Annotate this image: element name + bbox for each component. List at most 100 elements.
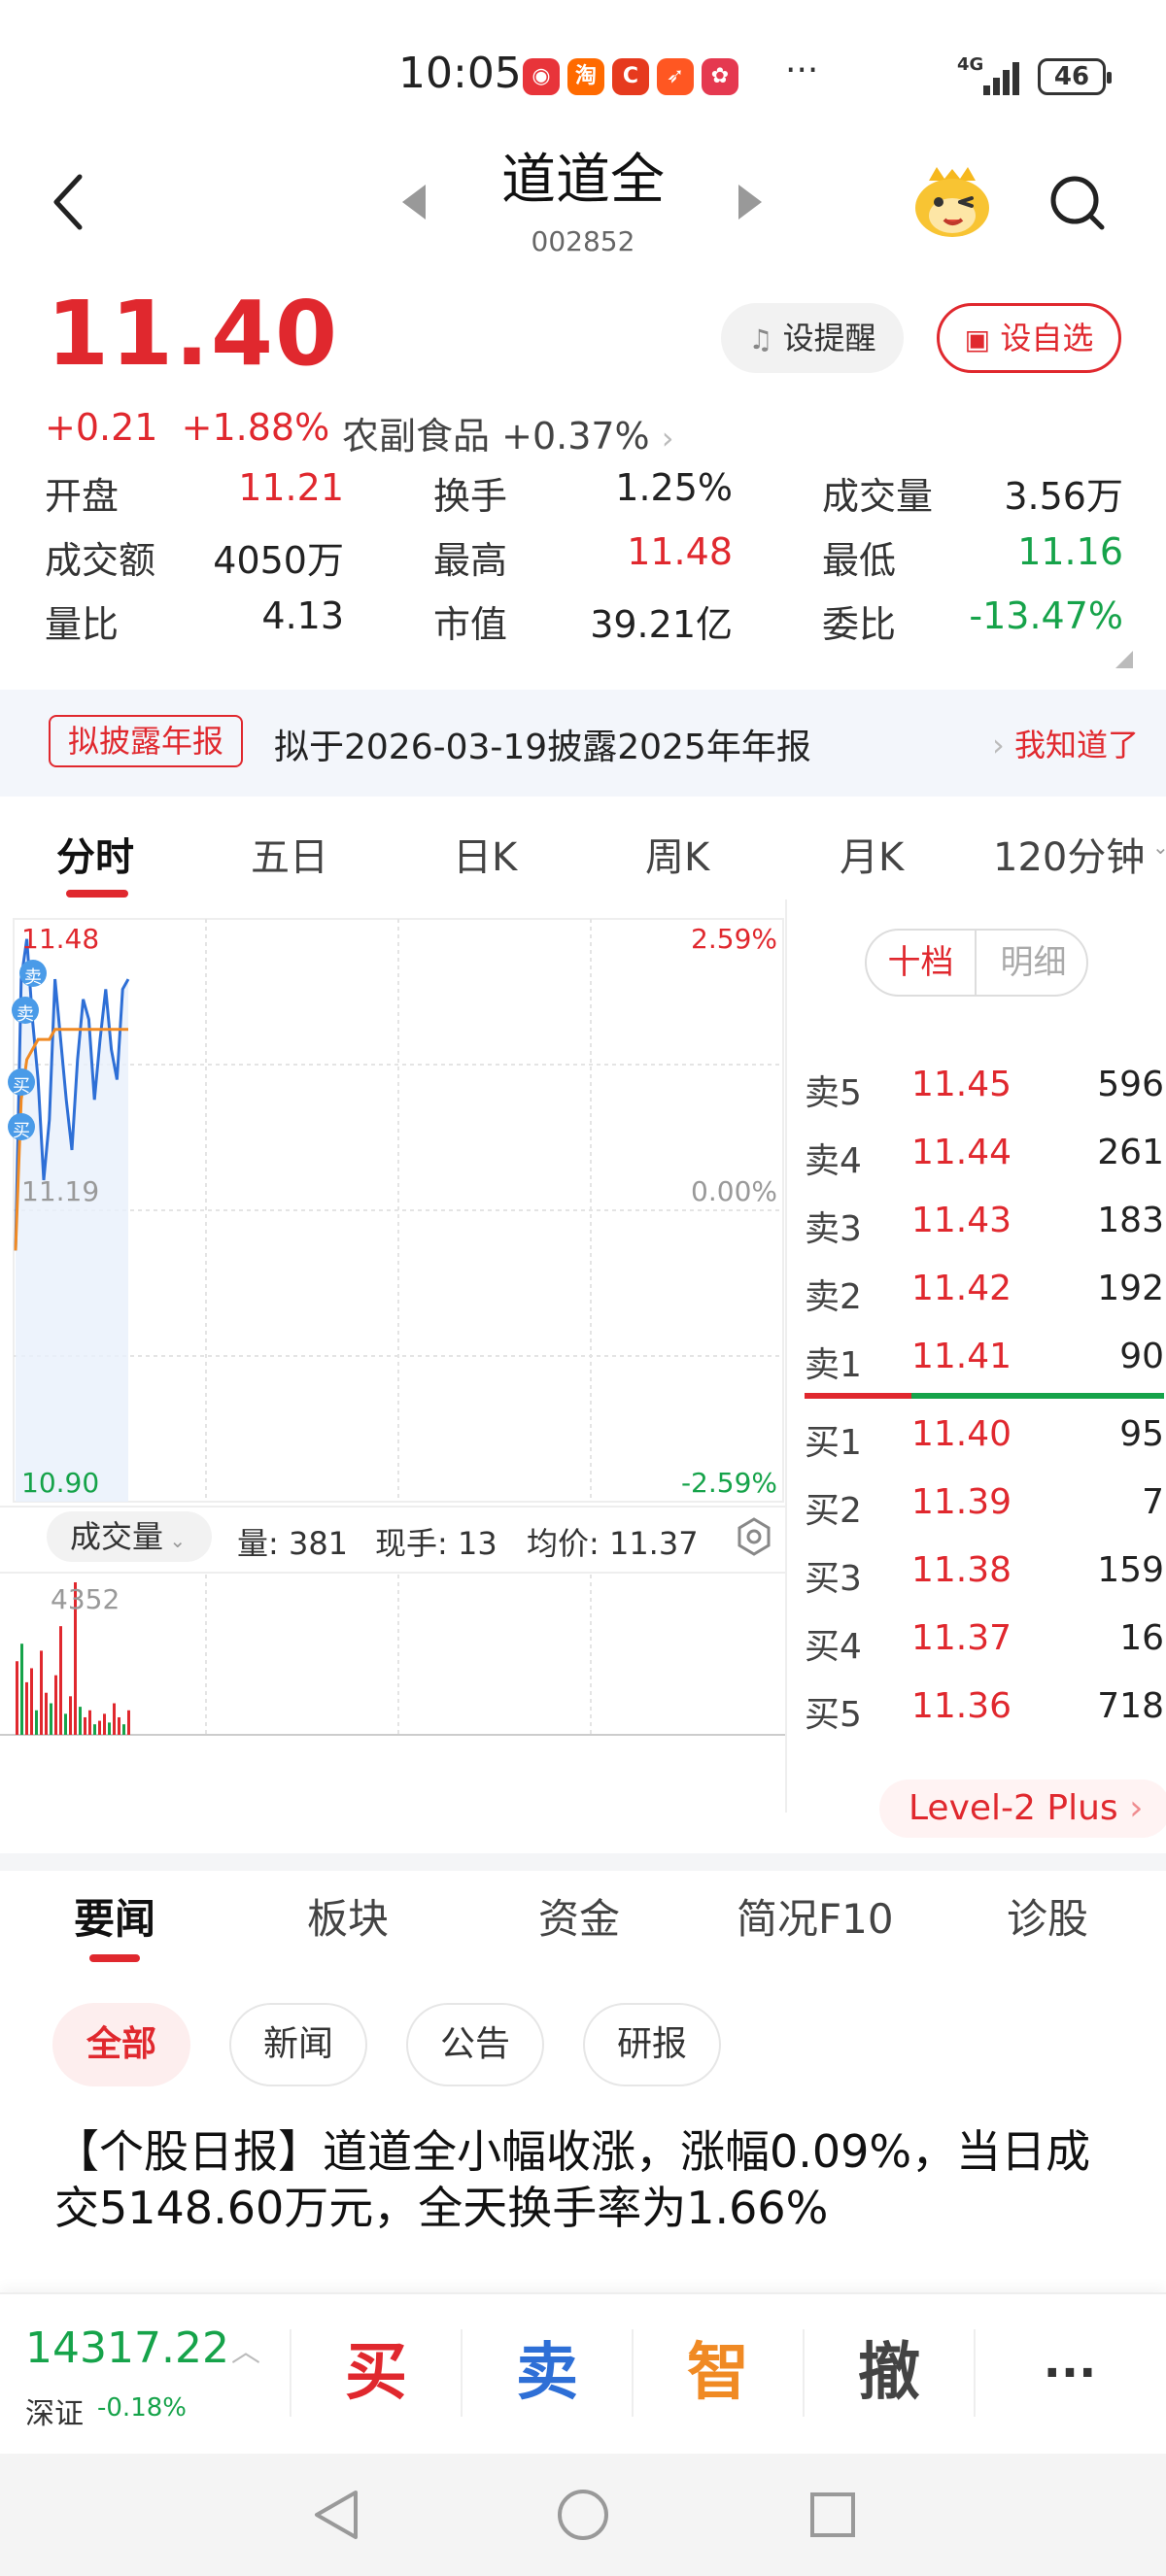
level2-plus-button[interactable]: Level-2 Plus › — [879, 1779, 1166, 1838]
metric-label: 换手 — [433, 475, 508, 518]
filter-chip[interactable]: 公告 — [406, 2003, 544, 2086]
metric-label: 委比 — [822, 603, 897, 646]
search-icon[interactable] — [1047, 173, 1108, 233]
bid-row[interactable]: 买4 11.37 16 — [805, 1618, 1164, 1677]
next-stock-icon[interactable] — [738, 185, 762, 220]
cancel-order-button[interactable]: 撤 — [803, 2329, 974, 2417]
index-value[interactable]: 14317.22 — [25, 2323, 229, 2373]
volume-bar — [118, 1716, 120, 1735]
chevron-right-icon: › — [661, 420, 674, 457]
ask-vol: 183 — [1097, 1201, 1164, 1240]
ask-vol: 90 — [1119, 1337, 1164, 1376]
ask-row[interactable]: 卖4 11.44 261 — [805, 1133, 1164, 1191]
dismiss-label: 我知道了 — [1013, 727, 1139, 763]
filter-chip[interactable]: 研报 — [583, 2003, 721, 2086]
metrics-row: 开盘 11.21 换手 1.25% 成交量 3.56万 — [45, 466, 1123, 530]
tab-chart-period[interactable]: 日K — [453, 826, 517, 882]
bid-row[interactable]: 买3 11.38 159 — [805, 1550, 1164, 1609]
bid-row[interactable]: 买2 11.39 7 — [805, 1482, 1164, 1541]
sector-pct: +0.37% — [501, 415, 650, 458]
volume-bar — [69, 1696, 72, 1735]
tab-news-section[interactable]: 板块 — [307, 1886, 389, 1946]
bid-price: 11.40 — [911, 1414, 1012, 1454]
current-price: 11.40 — [47, 282, 340, 386]
metric-value: 11.21 — [238, 466, 344, 509]
tab-chart-period[interactable]: 月K — [840, 826, 904, 882]
ask-side: 卖3 — [805, 1209, 862, 1249]
tab-chart-period[interactable]: 120分钟 — [993, 826, 1145, 882]
more-button[interactable]: ··· — [974, 2329, 1164, 2417]
filter-chip[interactable]: 新闻 — [229, 2003, 367, 2086]
metric-value: 1.25% — [615, 466, 733, 509]
tab-news-section[interactable]: 要闻 — [74, 1886, 155, 1946]
volume-bar — [40, 1650, 43, 1735]
tab-detail[interactable]: 明细 — [978, 931, 1088, 995]
price-change: +0.21 +1.88% — [45, 406, 329, 449]
section-divider — [0, 1853, 1166, 1871]
ask-price: 11.43 — [911, 1201, 1012, 1240]
add-watchlist-button[interactable]: ▣ 设自选 — [937, 303, 1121, 373]
volume-bar — [98, 1720, 101, 1735]
settings-icon[interactable] — [735, 1517, 773, 1556]
smart-button[interactable]: 智 — [632, 2329, 803, 2417]
metric-value: -13.47% — [969, 594, 1123, 637]
news-filter-chips: 全部 新闻 公告 研报 — [0, 2003, 1166, 2090]
chart-period-tabs: 分时 五日 日K 周K 月K 120分钟 ⌄ — [0, 814, 1166, 899]
ask-row[interactable]: 卖2 11.42 192 — [805, 1269, 1164, 1327]
mascot-icon[interactable] — [911, 165, 993, 239]
set-alert-label: 设提醒 — [782, 320, 876, 356]
bid-row[interactable]: 买5 11.36 718 — [805, 1686, 1164, 1745]
tab-ten-levels[interactable]: 十档 — [867, 931, 977, 995]
status-more: ··· — [785, 51, 819, 90]
ask-row[interactable]: 卖3 11.43 183 — [805, 1201, 1164, 1259]
volume-bar — [127, 1710, 130, 1735]
app-icon-5: ✿ — [702, 58, 738, 95]
buy-button[interactable]: 买 — [290, 2329, 461, 2417]
filter-chip[interactable]: 全部 — [52, 2003, 190, 2086]
volume-selector-label: 成交量 — [70, 1518, 164, 1555]
ask-side: 卖4 — [805, 1141, 862, 1181]
quote-metrics: 开盘 11.21 换手 1.25% 成交量 3.56万 成交额 4050万 最高 11.48 最低 1… — [45, 466, 1123, 659]
set-alert-button[interactable]: ♫ 设提醒 — [721, 303, 904, 373]
pct-axis-high: 2.59% — [691, 923, 777, 955]
metric-label: 开盘 — [45, 475, 120, 518]
tab-chart-period[interactable]: 分时 — [56, 826, 134, 882]
ask-row[interactable]: 卖1 11.41 90 — [805, 1337, 1164, 1395]
notice-banner: 拟披露年报 拟于2026-03-19披露2025年年报 › 我知道了 — [0, 690, 1166, 797]
change-pct: +1.88% — [181, 406, 330, 449]
tab-chart-period[interactable]: 周K — [645, 826, 709, 882]
volume-axis-max: 4352 — [51, 1583, 120, 1615]
sell-button[interactable]: 卖 — [461, 2329, 632, 2417]
ask-vol: 261 — [1097, 1133, 1164, 1172]
dismiss-notice-button[interactable]: › 我知道了 — [992, 721, 1139, 765]
chevron-right-icon: › — [1117, 1788, 1144, 1828]
chevron-down-icon[interactable]: ⌄ — [1152, 835, 1166, 859]
volume-bar — [122, 1724, 125, 1735]
metrics-row: 量比 4.13 市值 39.21亿 委比 -13.47% — [45, 594, 1123, 659]
now-hand: 现手: 13 — [375, 1525, 497, 1562]
volume-bar — [113, 1703, 116, 1735]
volume-bar — [30, 1668, 33, 1735]
tab-news-section[interactable]: 诊股 — [1007, 1886, 1088, 1946]
pct-axis-low: -2.59% — [681, 1467, 777, 1499]
tab-news-section[interactable]: 资金 — [538, 1886, 620, 1946]
bid-row[interactable]: 买1 11.40 95 — [805, 1414, 1164, 1473]
ask-side: 卖2 — [805, 1277, 862, 1317]
sector-link[interactable]: 农副食品 +0.37% › — [342, 406, 674, 459]
chevron-down-icon: ⌄ — [163, 1529, 187, 1552]
tab-chart-period[interactable]: 五日 — [251, 826, 328, 882]
chevron-up-icon[interactable]: ︿ — [231, 2327, 260, 2370]
bid-side: 买4 — [805, 1627, 862, 1667]
expand-corner-icon[interactable] — [1115, 651, 1133, 668]
order-book-toggle: 十档 明细 — [865, 929, 1088, 997]
news-headline[interactable]: 【个股日报】道道全小幅收涨，涨幅0.09%，当日成交5148.60万元，全天换手… — [54, 2123, 1123, 2236]
tab-news-section[interactable]: 简况F10 — [737, 1886, 894, 1946]
chevron-right-icon: › — [992, 727, 1005, 763]
ask-row[interactable]: 卖5 11.45 596 — [805, 1065, 1164, 1123]
volume-bar — [45, 1692, 48, 1735]
avg-price: 均价: 11.37 — [527, 1525, 699, 1562]
volume-bar — [84, 1716, 86, 1735]
volume-selector[interactable]: 成交量 ⌄ — [47, 1511, 212, 1562]
intraday-chart[interactable]: 11.4811.1910.902.59%0.00%-2.59%43529:301… — [0, 899, 785, 1813]
buy-marker-label: 买 — [13, 1121, 30, 1141]
